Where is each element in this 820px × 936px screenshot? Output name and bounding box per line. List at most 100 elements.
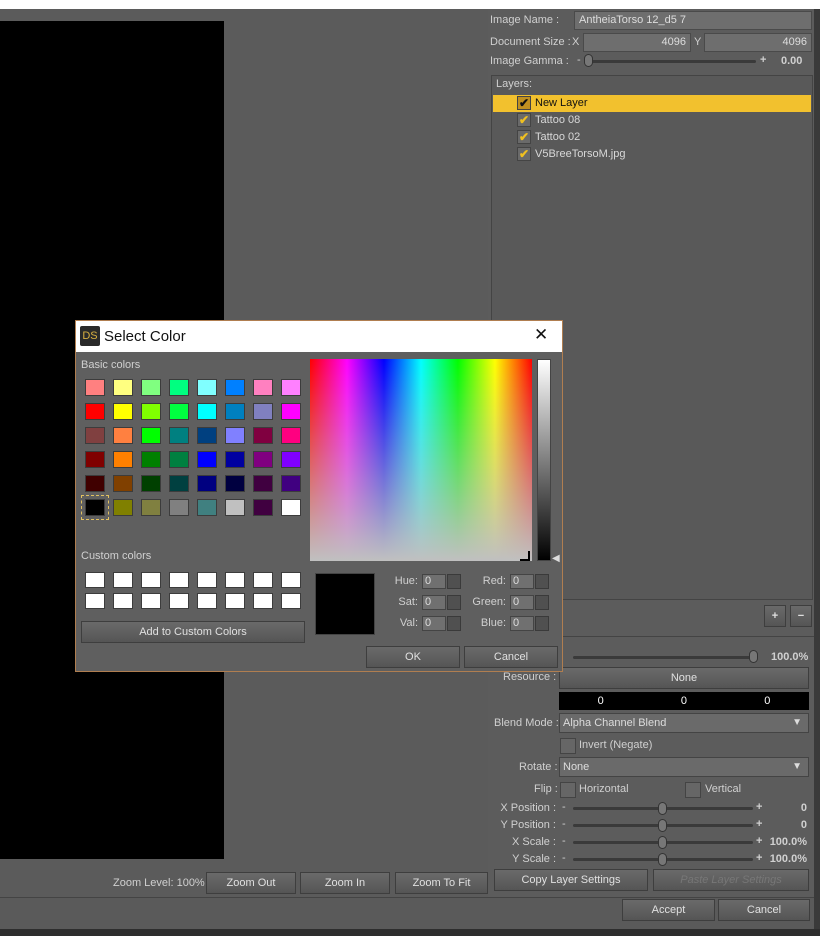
- red-spinbox[interactable]: 0: [510, 574, 549, 589]
- basic-color-swatch[interactable]: [169, 499, 189, 516]
- basic-color-swatch[interactable]: [141, 427, 161, 444]
- ok-button[interactable]: OK: [366, 646, 460, 668]
- basic-color-swatch[interactable]: [253, 451, 273, 468]
- custom-color-swatch[interactable]: [225, 572, 245, 588]
- spin-arrows-icon[interactable]: [535, 616, 549, 631]
- basic-color-swatch[interactable]: [141, 403, 161, 420]
- basic-color-swatch[interactable]: [197, 379, 217, 396]
- custom-color-swatch[interactable]: [253, 572, 273, 588]
- green-spinbox[interactable]: 0: [510, 595, 549, 610]
- doc-height-input[interactable]: 4096: [704, 33, 812, 52]
- basic-color-swatch[interactable]: [141, 499, 161, 516]
- xpos-slider-handle[interactable]: [658, 802, 667, 815]
- val-input[interactable]: 0: [422, 616, 446, 631]
- ypos-slider-handle[interactable]: [658, 819, 667, 832]
- spin-arrows-icon[interactable]: [447, 574, 461, 589]
- remove-layer-button[interactable]: −: [790, 605, 812, 627]
- spin-arrows-icon[interactable]: [535, 595, 549, 610]
- layer-visibility-checkbox[interactable]: ✔: [517, 147, 531, 161]
- value-slider-arrow-icon[interactable]: ◀: [552, 553, 560, 564]
- basic-color-swatch[interactable]: [281, 499, 301, 516]
- basic-color-swatch[interactable]: [169, 427, 189, 444]
- custom-color-swatch[interactable]: [113, 593, 133, 609]
- basic-color-swatch[interactable]: [85, 403, 105, 420]
- basic-color-swatch[interactable]: [85, 379, 105, 396]
- resource-button[interactable]: None: [559, 667, 809, 689]
- sat-spinbox[interactable]: 0: [422, 595, 461, 610]
- cancel-button[interactable]: Cancel: [718, 899, 810, 921]
- blue-input[interactable]: 0: [510, 616, 534, 631]
- doc-width-input[interactable]: 4096: [583, 33, 691, 52]
- layer-visibility-checkbox[interactable]: ✔: [517, 130, 531, 144]
- opacity-slider-handle[interactable]: [749, 650, 758, 663]
- basic-color-swatch[interactable]: [253, 427, 273, 444]
- basic-color-swatch[interactable]: [225, 379, 245, 396]
- basic-color-swatch[interactable]: [85, 427, 105, 444]
- spin-arrows-icon[interactable]: [447, 616, 461, 631]
- custom-color-swatch[interactable]: [281, 572, 301, 588]
- basic-color-swatch[interactable]: [281, 379, 301, 396]
- layer-item[interactable]: ✔ Tattoo 08: [493, 112, 811, 129]
- basic-color-swatch[interactable]: [281, 427, 301, 444]
- basic-color-swatch[interactable]: [141, 475, 161, 492]
- xscale-slider-handle[interactable]: [658, 836, 667, 849]
- basic-color-swatch[interactable]: [253, 379, 273, 396]
- basic-color-swatch[interactable]: [169, 403, 189, 420]
- layer-item[interactable]: ✔ Tattoo 02: [493, 129, 811, 146]
- basic-color-swatch[interactable]: [113, 403, 133, 420]
- copy-layer-settings-button[interactable]: Copy Layer Settings: [494, 869, 648, 891]
- basic-color-swatch[interactable]: [113, 499, 133, 516]
- yscale-slider-handle[interactable]: [658, 853, 667, 866]
- xscale-minus[interactable]: -: [562, 835, 566, 847]
- layer-item[interactable]: ✔ V5BreeTorsoM.jpg: [493, 146, 811, 163]
- basic-color-swatch[interactable]: [169, 475, 189, 492]
- basic-color-swatch[interactable]: [197, 451, 217, 468]
- basic-color-swatch[interactable]: [113, 475, 133, 492]
- close-icon[interactable]: ✕: [534, 325, 548, 345]
- green-input[interactable]: 0: [510, 595, 534, 610]
- basic-color-swatch[interactable]: [225, 451, 245, 468]
- basic-color-swatch[interactable]: [113, 379, 133, 396]
- hue-saturation-picker[interactable]: [310, 359, 532, 561]
- spin-arrows-icon[interactable]: [447, 595, 461, 610]
- custom-color-swatch[interactable]: [141, 593, 161, 609]
- custom-color-swatch[interactable]: [169, 593, 189, 609]
- basic-color-swatch[interactable]: [281, 475, 301, 492]
- yscale-minus[interactable]: -: [562, 852, 566, 864]
- gamma-slider-handle[interactable]: [584, 54, 593, 67]
- basic-color-swatch[interactable]: [197, 427, 217, 444]
- accept-button[interactable]: Accept: [622, 899, 715, 921]
- blend-mode-select[interactable]: Alpha Channel Blend ▼: [559, 713, 809, 733]
- basic-color-swatch[interactable]: [225, 475, 245, 492]
- basic-color-swatch[interactable]: [281, 451, 301, 468]
- spin-arrows-icon[interactable]: [535, 574, 549, 589]
- add-layer-button[interactable]: +: [764, 605, 786, 627]
- custom-color-swatch[interactable]: [85, 572, 105, 588]
- layer-visibility-checkbox[interactable]: ✔: [517, 96, 531, 110]
- basic-color-swatch[interactable]: [169, 451, 189, 468]
- opacity-slider[interactable]: [573, 656, 753, 659]
- add-to-custom-colors-button[interactable]: Add to Custom Colors: [81, 621, 305, 643]
- basic-color-swatch[interactable]: [225, 499, 245, 516]
- basic-color-swatch[interactable]: [141, 451, 161, 468]
- basic-color-swatch[interactable]: [113, 427, 133, 444]
- layer-item[interactable]: ✔ New Layer: [493, 95, 811, 112]
- custom-color-swatch[interactable]: [281, 593, 301, 609]
- basic-color-swatch[interactable]: [281, 403, 301, 420]
- custom-color-swatch[interactable]: [225, 593, 245, 609]
- xpos-minus[interactable]: -: [562, 801, 566, 813]
- color-values-field[interactable]: 0 0 0: [559, 692, 809, 710]
- custom-color-swatch[interactable]: [85, 593, 105, 609]
- basic-color-swatch[interactable]: [169, 379, 189, 396]
- flip-vertical-checkbox[interactable]: [685, 782, 701, 798]
- custom-color-swatch[interactable]: [169, 572, 189, 588]
- sat-input[interactable]: 0: [422, 595, 446, 610]
- gamma-slider[interactable]: [586, 60, 756, 63]
- basic-color-swatch[interactable]: [197, 403, 217, 420]
- zoom-out-button[interactable]: Zoom Out: [206, 872, 296, 894]
- hue-spinbox[interactable]: 0: [422, 574, 461, 589]
- dialog-cancel-button[interactable]: Cancel: [464, 646, 558, 668]
- picker-crosshair[interactable]: [520, 551, 530, 561]
- hue-input[interactable]: 0: [422, 574, 446, 589]
- custom-color-swatch[interactable]: [253, 593, 273, 609]
